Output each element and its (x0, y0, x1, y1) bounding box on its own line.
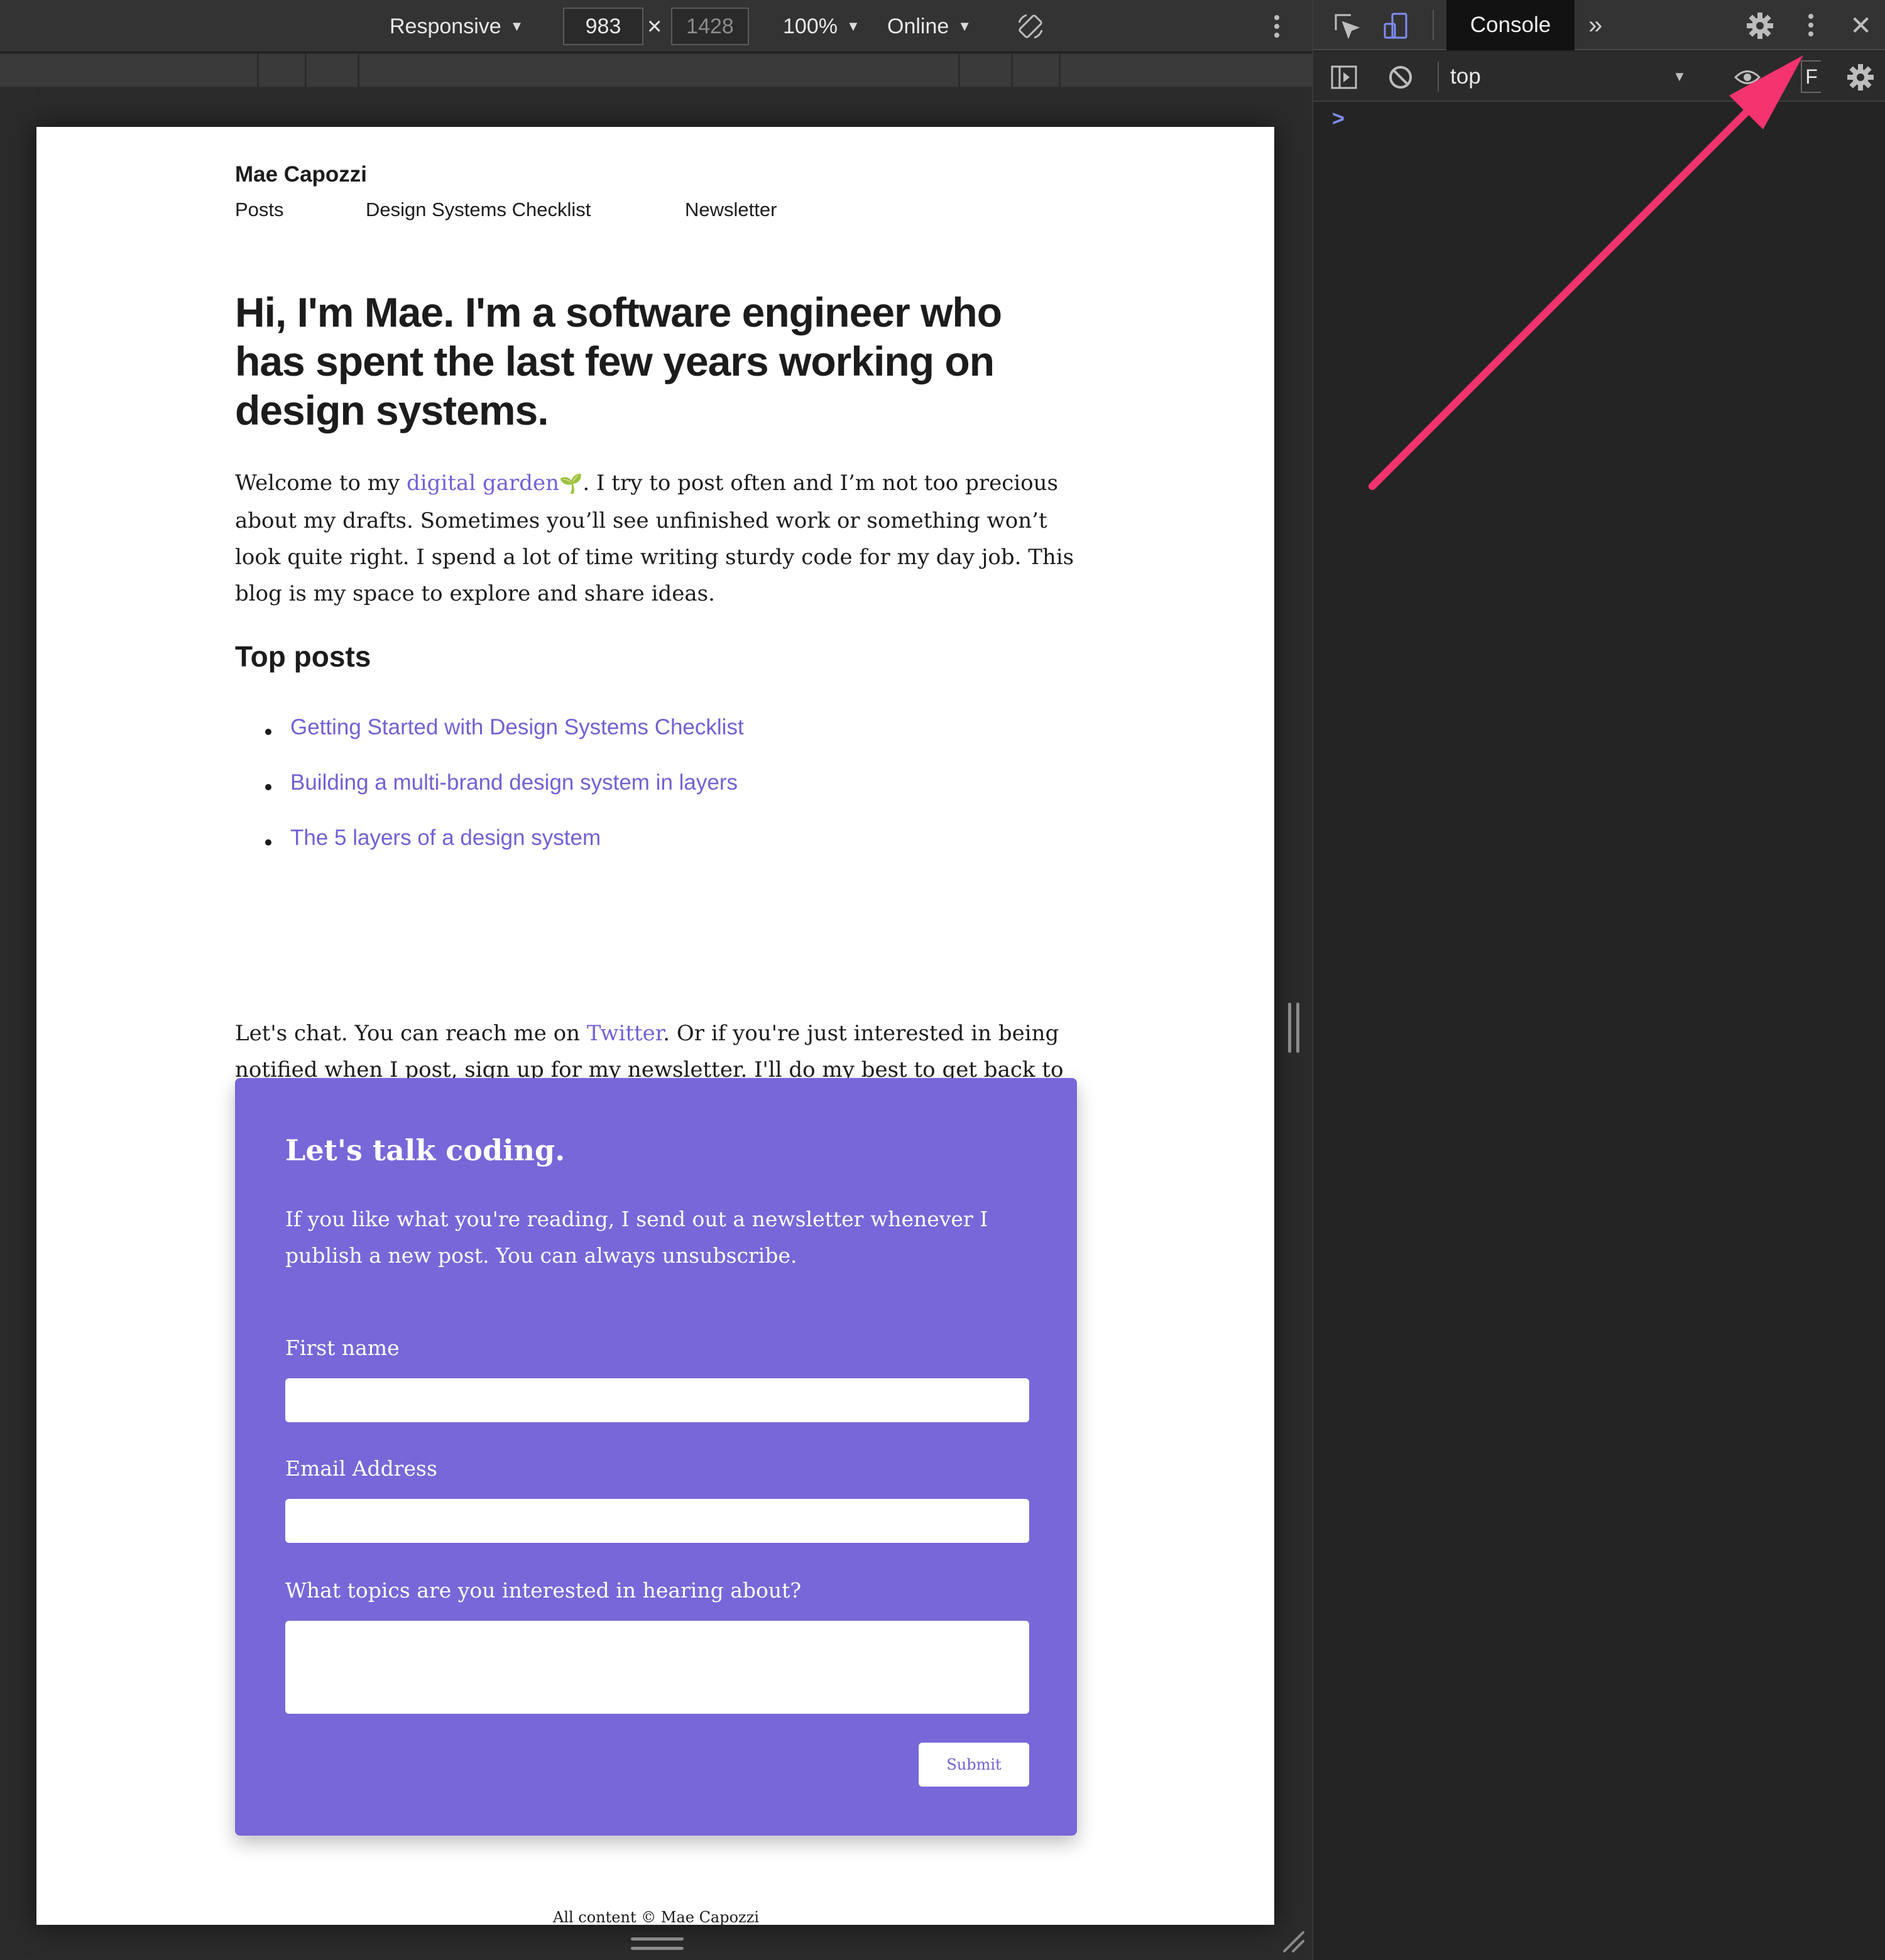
top-post-link[interactable]: Getting Started with Design Systems Chec… (235, 715, 1077, 770)
nav-link-newsletter[interactable]: Newsletter (685, 199, 777, 221)
media-query-segment[interactable] (359, 54, 960, 87)
sprout-icon: 🌱 (559, 473, 583, 495)
filter-input[interactable]: F (1801, 60, 1821, 93)
newsletter-description: If you like what you're reading, I send … (285, 1207, 988, 1268)
zoom-label: 100% (783, 14, 838, 38)
email-field[interactable] (285, 1499, 1029, 1543)
tab-console[interactable]: Console (1446, 0, 1575, 50)
devtools-panel: Console » ✕ top ▼ F > (1312, 0, 1885, 1960)
throttling-dropdown[interactable]: Online ▼ (887, 0, 971, 53)
gear-icon[interactable] (1746, 11, 1774, 40)
more-options-icon[interactable] (1273, 15, 1281, 38)
throttling-label: Online (887, 14, 949, 38)
email-label: Email Address (285, 1456, 437, 1481)
top-posts-list: Getting Started with Design Systems Chec… (235, 715, 1077, 881)
media-query-bar[interactable] (0, 54, 1312, 87)
intro-text-start: Welcome to my (235, 471, 407, 496)
device-mode-dropdown[interactable]: Responsive ▼ (390, 0, 523, 53)
first-name-field[interactable] (285, 1378, 1029, 1422)
newsletter-title: Let's talk coding. (285, 1133, 566, 1167)
device-toolbar: Responsive ▼ 983 × 1428 100% ▼ Online ▼ (0, 0, 1312, 53)
more-options-icon[interactable] (1807, 14, 1815, 36)
top-post-link[interactable]: Building a multi-brand design system in … (235, 770, 1077, 825)
rotate-icon[interactable] (1017, 13, 1044, 40)
context-selector[interactable]: top (1450, 52, 1481, 102)
viewport-resize-handle-bottom[interactable] (631, 1937, 684, 1950)
toolbar-divider (1433, 10, 1434, 40)
chevron-down-icon: ▼ (1673, 68, 1686, 84)
submit-button[interactable]: Submit (919, 1743, 1029, 1787)
chevron-down-icon: ▼ (846, 18, 860, 34)
chevron-down-icon: ▼ (510, 18, 524, 34)
times-icon: × (647, 12, 662, 40)
hero-heading: Hi, I'm Mae. I'm a software engineer who… (235, 289, 1002, 433)
nav-link-posts[interactable]: Posts (235, 199, 284, 221)
console-toolbar: top ▼ F (1313, 52, 1885, 102)
contact-text-start: Let's chat. You can reach me on (235, 1021, 587, 1046)
topics-label: What topics are you interested in hearin… (285, 1578, 802, 1603)
twitter-link[interactable]: Twitter (587, 1021, 663, 1046)
device-mode-label: Responsive (390, 14, 501, 38)
console-prompt[interactable]: > (1332, 107, 1345, 131)
resize-corner-icon[interactable] (1281, 1929, 1306, 1954)
media-query-segment[interactable] (307, 54, 359, 87)
console-settings-gear-icon[interactable] (1846, 63, 1875, 92)
width-input[interactable]: 983 (563, 8, 643, 45)
browser-window: Responsive ▼ 983 × 1428 100% ▼ Online ▼ (0, 0, 1885, 1960)
sidebar-toggle-icon[interactable] (1330, 63, 1358, 92)
top-posts-heading: Top posts (235, 640, 371, 673)
site-name[interactable]: Mae Capozzi (235, 162, 367, 187)
digital-garden-link[interactable]: digital garden (407, 471, 559, 496)
media-query-segment[interactable] (0, 54, 259, 87)
zoom-dropdown[interactable]: 100% ▼ (783, 0, 860, 53)
nav-link-design-systems-checklist[interactable]: Design Systems Checklist (366, 199, 591, 221)
footer-copyright: All content © Mae Capozzi (552, 1908, 760, 1925)
media-query-segment[interactable] (259, 54, 307, 87)
topics-textarea[interactable] (285, 1621, 1029, 1714)
chevron-down-icon: ▼ (958, 18, 972, 34)
site-nav: Posts Design Systems Checklist Newslette… (235, 199, 1077, 226)
devtools-tab-bar: Console » ✕ (1313, 0, 1885, 50)
close-icon[interactable]: ✕ (1850, 0, 1872, 50)
media-query-segment[interactable] (1013, 54, 1061, 87)
newsletter-card: Let's talk coding. If you like what you'… (235, 1078, 1077, 1836)
height-input[interactable]: 1428 (671, 8, 749, 45)
clear-console-icon[interactable] (1386, 63, 1415, 92)
emulated-viewport: Mae Capozzi Posts Design Systems Checkli… (36, 127, 1274, 1925)
intro-paragraph: Welcome to my digital garden🌱. I try to … (235, 465, 1077, 612)
device-emulation-area: Responsive ▼ 983 × 1428 100% ▼ Online ▼ (0, 0, 1312, 1960)
eye-icon[interactable] (1733, 63, 1762, 92)
toolbar-divider (1438, 62, 1439, 92)
device-toggle-icon[interactable] (1382, 11, 1411, 40)
first-name-label: First name (285, 1336, 400, 1360)
more-tabs-icon[interactable]: » (1588, 0, 1602, 50)
media-query-segment[interactable] (960, 54, 1013, 87)
element-picker-icon[interactable] (1332, 11, 1361, 40)
top-post-link[interactable]: The 5 layers of a design system (235, 825, 1077, 881)
viewport-resize-handle-right[interactable] (1288, 1003, 1299, 1053)
